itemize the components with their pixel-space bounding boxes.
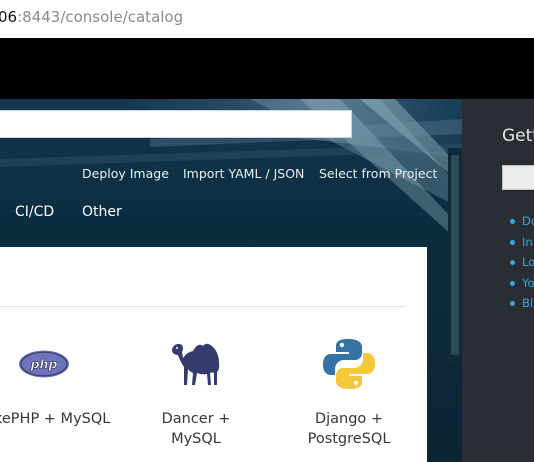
tab-ci-cd[interactable]: CI/CD: [15, 204, 54, 220]
catalog-search-input[interactable]: [0, 110, 352, 138]
browser-url-bar[interactable]: 06:8443/console/catalog: [0, 0, 534, 38]
url-text[interactable]: 06:8443/console/catalog: [0, 8, 183, 26]
svg-text:php: php: [30, 357, 58, 372]
select-from-project-link[interactable]: Select from Project: [319, 166, 437, 181]
bullet-icon: [510, 239, 515, 245]
getting-started-link[interactable]: Yo: [510, 276, 534, 297]
bullet-icon: [510, 280, 515, 286]
getting-started-link[interactable]: Lo: [510, 255, 534, 276]
catalog-panel: php kePHP + MySQL Dancer + MySQL Django …: [0, 247, 427, 462]
camel-icon: [172, 343, 220, 385]
getting-started-panel: Gett Do In Lo Yo Bl: [462, 99, 534, 462]
catalog-hero: Deploy Image Import YAML / JSON Select f…: [0, 99, 462, 462]
getting-started-link[interactable]: In: [510, 235, 534, 256]
tile-title: Django + PostgreSQL: [307, 411, 391, 447]
tile-title: kePHP + MySQL: [0, 411, 111, 427]
tab-other[interactable]: Other: [82, 204, 122, 220]
getting-started-links: Do In Lo Yo Bl: [510, 214, 534, 317]
getting-started-link[interactable]: Do: [510, 214, 534, 235]
tile-title: Dancer + MySQL: [161, 411, 231, 447]
getting-started-link[interactable]: Bl: [510, 296, 534, 317]
bullet-icon: [510, 260, 515, 265]
panel-button[interactable]: [502, 165, 534, 190]
import-yaml-json-link[interactable]: Import YAML / JSON: [183, 166, 304, 181]
panel-title: Gett: [502, 126, 534, 146]
bullet-icon: [510, 219, 515, 224]
php-icon: php: [19, 350, 69, 378]
python-icon: [323, 339, 375, 389]
deploy-image-link[interactable]: Deploy Image: [82, 166, 169, 181]
top-navbar: [0, 38, 534, 99]
bullet-icon: [510, 301, 515, 306]
panel-divider: [0, 306, 406, 307]
catalog-scrollbar-thumb[interactable]: [451, 155, 459, 355]
